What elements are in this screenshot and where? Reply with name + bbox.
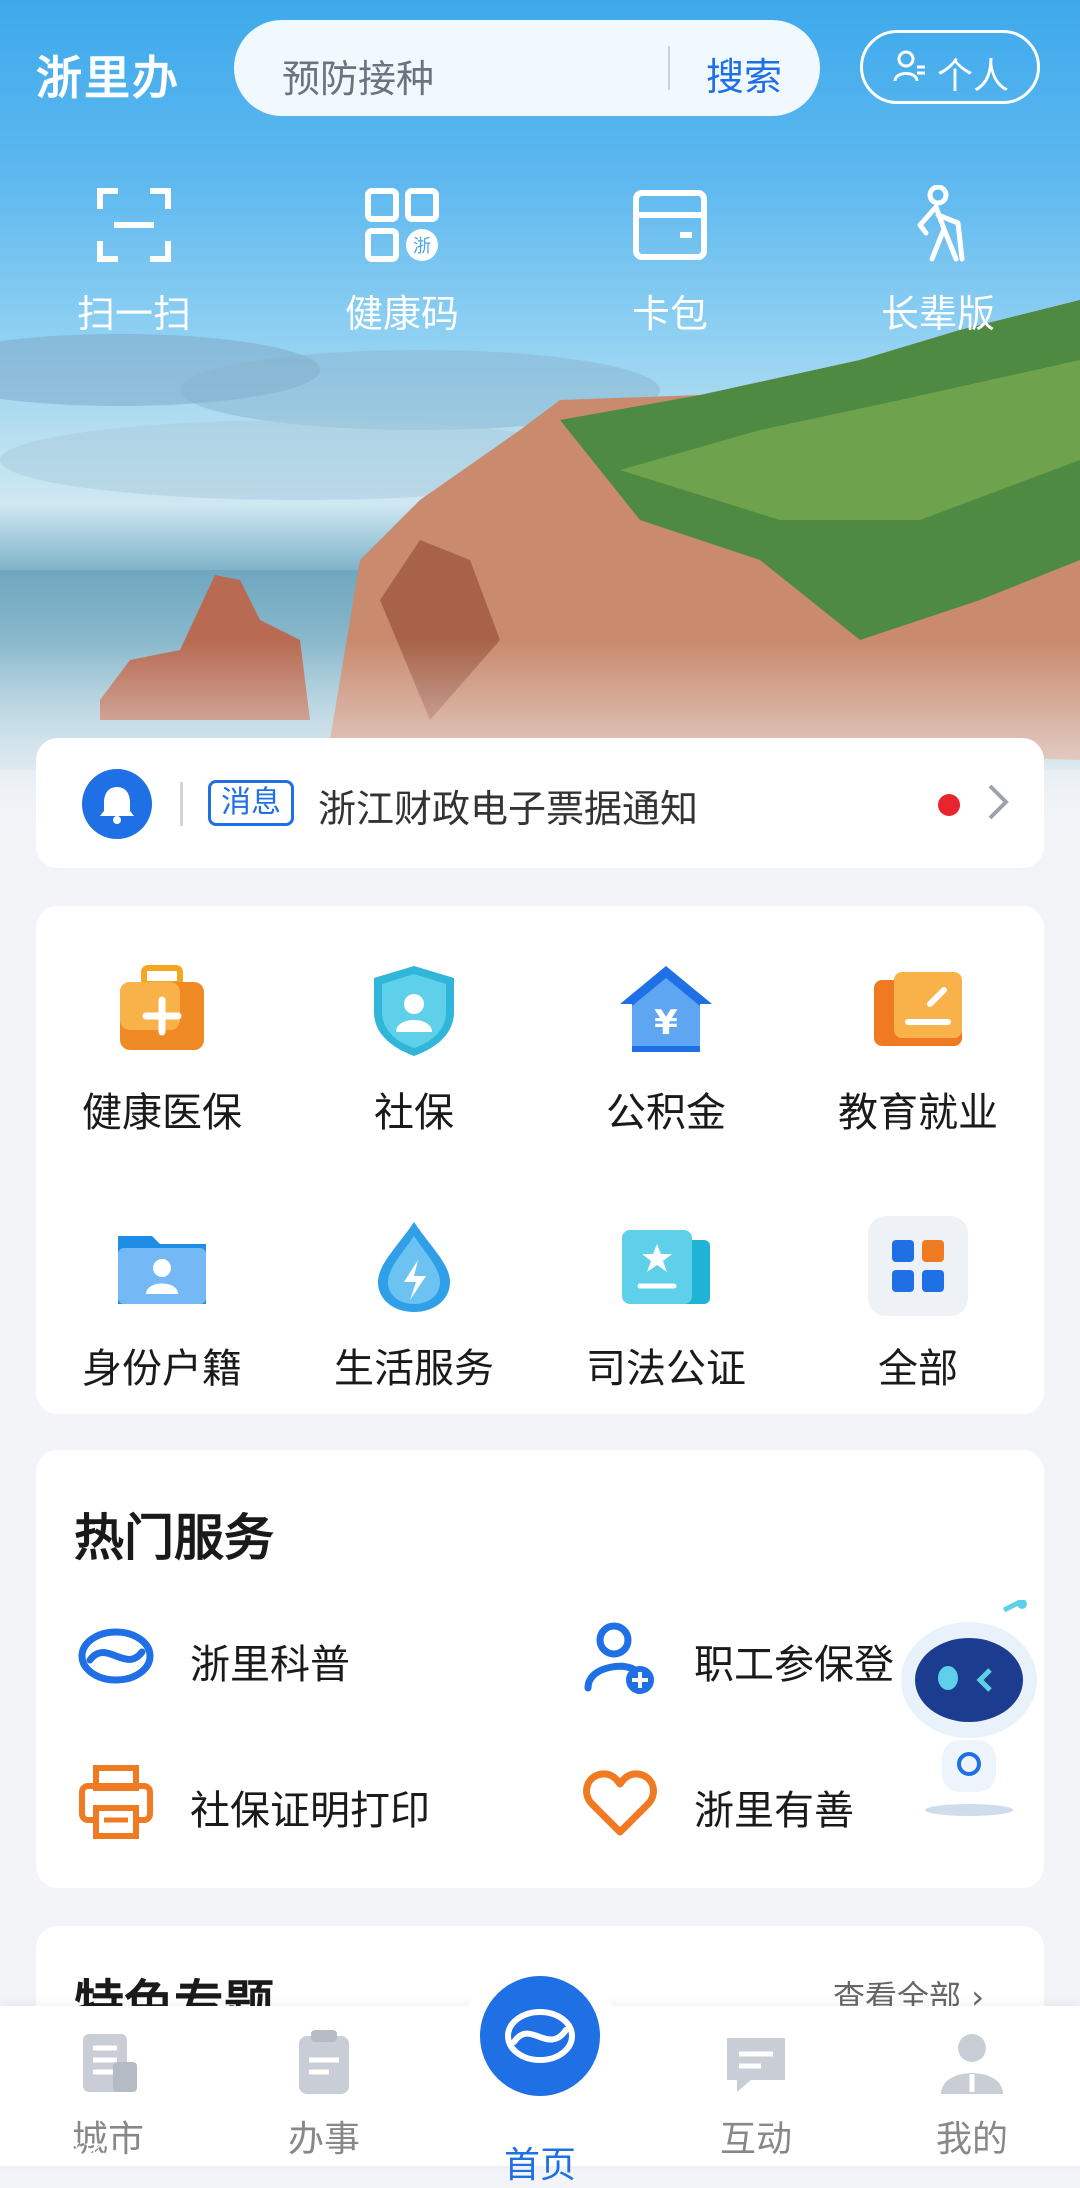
service-notary[interactable]: 司法公证: [540, 1216, 792, 1394]
shield-user-icon: [374, 966, 454, 1056]
personal-label: 个人: [937, 56, 1010, 97]
chevron-right-icon: [988, 784, 1009, 820]
service-label: 生活服务: [334, 1346, 494, 1392]
profile-icon: [941, 2034, 1003, 2094]
hot-service-item[interactable]: 社保证明打印: [76, 1762, 496, 1842]
notice-divider: [180, 782, 183, 826]
clipboard-icon: [299, 2030, 349, 2094]
card-wallet-icon: [633, 190, 707, 260]
notice-tag: 消息: [208, 780, 294, 826]
nav-label-home: 首页: [503, 2145, 576, 2186]
search-divider: [668, 46, 670, 90]
hot-service-label: 浙里科普: [190, 1642, 350, 1688]
quick-action-label: 扫一扫: [76, 292, 191, 336]
nav-label: 互动: [719, 2119, 792, 2160]
medical-kit-icon: [120, 965, 204, 1050]
notary-icon: [622, 1230, 710, 1304]
search-input[interactable]: 预防接种: [282, 48, 434, 103]
service-label: 司法公证: [586, 1346, 746, 1392]
education-icon: [874, 972, 962, 1046]
quick-action-elder-mode[interactable]: 长辈版: [838, 184, 1038, 338]
house-fund-icon: ¥: [620, 966, 712, 1052]
service-housing-fund[interactable]: ¥ 公积金: [540, 960, 792, 1138]
quick-action-health-code[interactable]: 浙 健康码: [302, 185, 502, 338]
grid-all-icon: [868, 1216, 968, 1316]
service-life[interactable]: 生活服务: [288, 1216, 540, 1394]
elder-mode-icon: [917, 184, 965, 262]
service-education[interactable]: 教育就业: [792, 960, 1044, 1138]
service-label: 公积金: [606, 1090, 726, 1136]
service-label: 社保: [374, 1090, 454, 1136]
search-bar[interactable]: 预防接种 搜索: [234, 20, 820, 116]
quick-action-label: 长辈版: [880, 292, 995, 336]
service-label: 健康医保: [82, 1090, 242, 1136]
nav-label: 我的: [935, 2119, 1008, 2160]
service-all[interactable]: 全部: [792, 1216, 1044, 1394]
nav-mine[interactable]: 我的: [864, 2028, 1080, 2162]
heart-icon: [583, 1770, 657, 1836]
hero-banner: [0, 0, 1080, 840]
watermark: 六颗橙子: [10, 2140, 106, 2168]
hot-service-item[interactable]: 浙里科普: [76, 1616, 496, 1696]
quick-action-label: 卡包: [631, 292, 708, 336]
water-drop-bolt-icon: [378, 1222, 450, 1312]
service-identity[interactable]: 身份户籍: [36, 1216, 288, 1394]
service-medical[interactable]: 健康医保: [36, 960, 288, 1138]
health-code-icon: 浙: [365, 188, 439, 262]
service-grid-card: 健康医保 社保 ¥ 公积金 教育就业 身份户籍 生活服务 司法公证 全部: [36, 906, 1044, 1414]
robot-assistant-icon[interactable]: [894, 1600, 1044, 1820]
notice-text[interactable]: 浙江财政电子票据通知: [318, 778, 698, 833]
quick-action-scan[interactable]: 扫一扫: [34, 185, 234, 338]
quick-action-card-wallet[interactable]: 卡包: [570, 185, 770, 338]
hot-service-label: 职工参保登: [694, 1642, 894, 1688]
service-label: 教育就业: [838, 1090, 998, 1136]
svg-text:浙: 浙: [413, 236, 431, 257]
id-folder-icon: [118, 1236, 206, 1304]
user-icon: [893, 50, 925, 82]
hot-service-label: 社保证明打印: [190, 1788, 430, 1834]
hot-services-title: 热门服务: [74, 1509, 274, 1567]
hot-services-card: 热门服务 浙里科普 职工参保登 社保证明打印 浙里有善: [36, 1450, 1044, 1888]
user-add-icon: [584, 1622, 654, 1694]
home-logo-icon: [505, 2009, 575, 2063]
nav-interact[interactable]: 互动: [648, 2028, 864, 2162]
service-social-security[interactable]: 社保: [288, 960, 540, 1138]
notice-bar[interactable]: 消息 浙江财政电子票据通知: [36, 738, 1044, 868]
printer-icon: [79, 1765, 153, 1839]
scan-icon: [97, 188, 171, 262]
personal-button[interactable]: 个人: [860, 30, 1040, 104]
service-label: 身份户籍: [82, 1346, 242, 1392]
quick-action-label: 健康码: [344, 292, 459, 336]
coastal-cliff-image: [0, 300, 1080, 840]
unread-dot: [938, 794, 960, 816]
bell-icon: [82, 769, 152, 839]
app-logo: 浙里办: [36, 51, 180, 105]
nav-label: 办事: [287, 2119, 360, 2160]
service-label: 全部: [878, 1346, 958, 1392]
nav-affairs[interactable]: 办事: [216, 2028, 432, 2162]
chat-icon: [727, 2038, 785, 2092]
hot-service-label: 浙里有善: [694, 1788, 854, 1834]
search-button[interactable]: 搜索: [706, 46, 782, 101]
nav-home[interactable]: [480, 1976, 600, 2096]
city-icon: [83, 2034, 137, 2092]
zheli-logo-icon: [78, 1628, 154, 1684]
svg-text:¥: ¥: [654, 1003, 678, 1043]
